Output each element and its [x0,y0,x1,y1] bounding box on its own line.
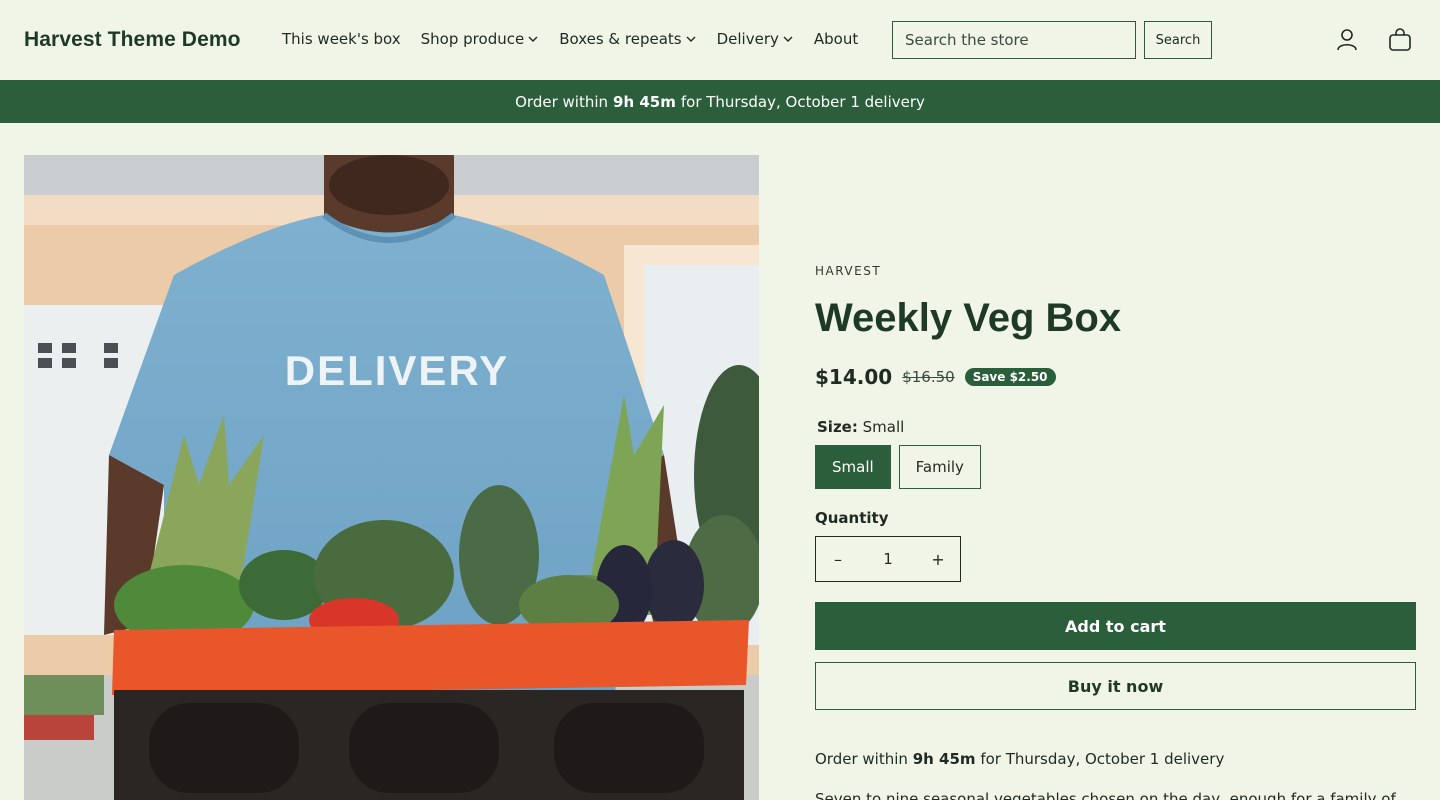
compare-price: $16.50 [902,368,955,386]
nav-item-label: Boxes & repeats [559,30,682,48]
site-logo[interactable]: Harvest Theme Demo [24,28,241,52]
nav-item-label: This week's box [282,30,401,48]
order-note-prefix: Order within [815,750,908,768]
search-input[interactable] [892,21,1136,59]
sale-price: $14.00 [815,365,893,389]
cart-icon[interactable] [1386,26,1414,54]
quantity-increase-button[interactable]: + [916,537,960,581]
add-to-cart-button[interactable]: Add to cart [815,602,1416,650]
announcement-prefix: Order within [515,92,609,111]
save-badge: Save $2.50 [964,368,1056,386]
shirt-text: DELIVERY [285,347,509,394]
nav-item-label: About [813,30,859,48]
nav-item-boxes-repeats[interactable]: Boxes & repeats [559,30,696,48]
quantity-label: Quantity [815,509,889,527]
product-image[interactable]: DELIVERY [24,155,759,800]
size-option-small[interactable]: Small [815,445,891,489]
nav-item-this-weeks-box[interactable]: This week's box [282,30,401,48]
product-photo: DELIVERY [24,155,759,800]
size-label-key: Size: [817,418,858,436]
quantity-input[interactable]: 1 [868,550,908,568]
chevron-down-icon [528,36,538,42]
size-options: Small Family [815,445,981,489]
chevron-down-icon [783,36,793,42]
buy-now-button[interactable]: Buy it now [815,662,1416,710]
product-title: Weekly Veg Box [815,296,1122,340]
site-header: Harvest Theme Demo This week's box Shop … [0,0,1440,80]
nav-item-label: Delivery [716,30,779,48]
announcement-time: 9h 45m [613,92,676,111]
quantity-stepper: – 1 + [815,536,961,582]
search-button[interactable]: Search [1144,21,1212,59]
price-row: $14.00 $16.50 Save $2.50 [815,365,1056,389]
announcement-bar: Order within 9h 45m for Thursday, Octobe… [0,80,1440,123]
nav-item-about[interactable]: About [814,30,858,48]
size-label: Size: Small [817,418,904,436]
product-vendor: HARVEST [815,264,882,278]
order-note-suffix: for Thursday, October 1 delivery [980,750,1225,768]
main-nav: This week's box Shop produce Boxes & rep… [282,30,878,48]
chevron-down-icon [686,36,696,42]
nav-item-delivery[interactable]: Delivery [717,30,794,48]
size-label-value: Small [862,418,905,436]
nav-item-label: Shop produce [420,30,525,48]
order-note-time: 9h 45m [912,750,976,768]
announcement-suffix: for Thursday, October 1 delivery [680,92,925,111]
account-icon[interactable] [1333,26,1361,54]
quantity-decrease-button[interactable]: – [816,537,860,581]
size-option-family[interactable]: Family [898,445,981,489]
nav-item-shop-produce[interactable]: Shop produce [421,30,540,48]
order-note: Order within 9h 45m for Thursday, Octobe… [815,750,1224,768]
product-description: Seven to nine seasonal vegetables chosen… [815,790,1396,800]
